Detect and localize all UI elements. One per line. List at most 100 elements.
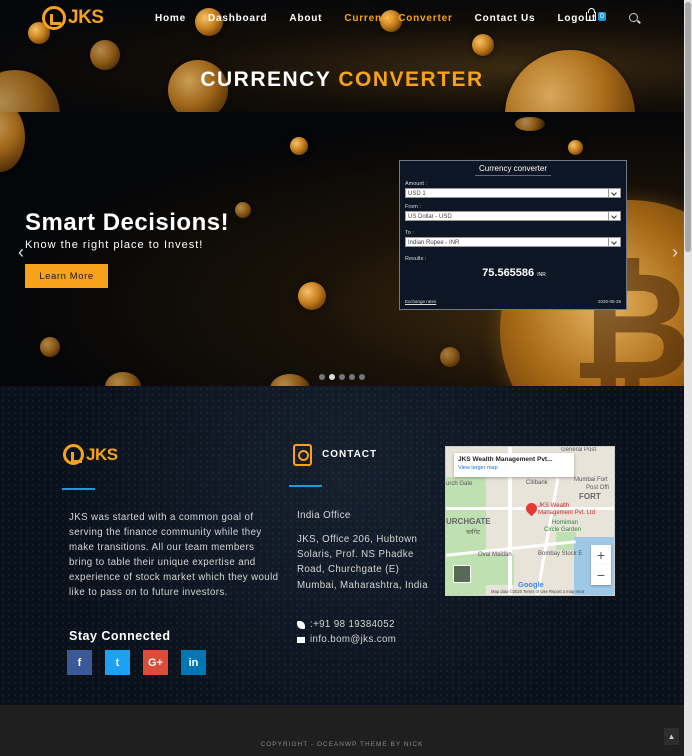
result-value: 75.565586 INR [400, 267, 628, 279]
map-pin-label-line2: Management Pvt. Ltd [538, 510, 596, 516]
search-icon[interactable] [629, 13, 638, 22]
map-label: Citibank [526, 480, 548, 486]
phone-number[interactable]: :+91 98 19384052 [310, 619, 395, 630]
zoom-out-button[interactable]: − [591, 565, 611, 585]
map-label: Mumbai Fort [574, 477, 608, 483]
page-title: CURRENCY CONVERTER [0, 68, 684, 92]
result-unit: INR [537, 272, 546, 278]
map-label: Oval Maidan [478, 552, 512, 558]
view-larger-map-link[interactable]: View larger map [458, 465, 570, 471]
page-title-part1: CURRENCY [200, 68, 331, 91]
navbar: JKS Home Dashboard About Currency Conver… [0, 0, 684, 38]
from-value: US Dollar - USD [408, 214, 452, 220]
shopping-bag-icon [586, 8, 596, 21]
coin-decoration [568, 140, 583, 155]
amount-value: 1 [422, 191, 426, 197]
map-pin-label: JKS Wealth Management Pvt. Ltd [538, 503, 595, 517]
logo-chart-icon [63, 444, 84, 465]
logo-text: JKS [68, 7, 104, 28]
slider-dot[interactable] [349, 374, 355, 380]
learn-more-button[interactable]: Learn More [25, 264, 108, 288]
from-label: From : [405, 204, 421, 210]
map-label: Post Offi [586, 485, 609, 491]
scrollbar-thumb[interactable] [685, 2, 691, 252]
map-label: urch Gate [446, 481, 473, 487]
cart-button[interactable]: 0 [586, 8, 606, 21]
nav-links: Home Dashboard About Currency Converter … [155, 13, 618, 24]
nav-contact-us[interactable]: Contact Us [475, 13, 536, 24]
contact-heading: CONTACT [322, 449, 378, 460]
chevron-up-icon[interactable]: ▲ [664, 728, 679, 745]
map-label: FORT [579, 492, 601, 501]
nav-home[interactable]: Home [155, 13, 186, 24]
map-label: Bombay Stock E [538, 551, 583, 557]
nav-dashboard[interactable]: Dashboard [208, 13, 267, 24]
amount-currency: USD [408, 191, 421, 197]
coin-decoration [40, 337, 60, 357]
coin-decoration [235, 202, 251, 218]
phone-line: :+91 98 19384052 [297, 619, 395, 630]
to-value: Indian Rupee - INR [408, 240, 460, 246]
about-text: JKS was started with a common goal of se… [69, 512, 279, 598]
divider [289, 485, 322, 487]
slider-dots [319, 374, 365, 380]
map-pin-icon[interactable] [523, 500, 540, 517]
map-label: चर्चगेट [466, 530, 481, 536]
chevron-down-icon [608, 238, 620, 246]
map-place-name: JKS Wealth Management Pvt... [458, 456, 553, 463]
slider-dot[interactable] [359, 374, 365, 380]
nav-about[interactable]: About [289, 13, 322, 24]
map-attribution[interactable]: Map data ©2020 Terms of Use Report a map… [491, 589, 584, 594]
chevron-down-icon [608, 212, 620, 220]
chevron-right-icon[interactable]: › [672, 242, 678, 263]
coin-decoration [105, 372, 141, 386]
phone-icon [297, 620, 305, 629]
header-hero: JKS Home Dashboard About Currency Conver… [0, 0, 684, 112]
facebook-icon[interactable]: f [67, 650, 92, 675]
stay-connected-heading: Stay Connected [69, 629, 171, 643]
twitter-icon[interactable]: t [105, 650, 130, 675]
envelope-icon [297, 636, 305, 643]
footer: JKS JKS was started with a common goal o… [0, 386, 684, 705]
page-title-part2: CONVERTER [338, 68, 484, 91]
coin-decoration [515, 117, 545, 131]
map-label: Horniman [552, 520, 579, 526]
nav-currency-converter[interactable]: Currency Converter [344, 13, 452, 24]
hero-slider: ₿ Smart Decisions! Know the right place … [0, 112, 684, 386]
from-select[interactable]: US Dollar - USD [405, 211, 621, 221]
contact-card-icon [293, 444, 312, 466]
coin-decoration [290, 137, 308, 155]
slider-dot[interactable] [339, 374, 345, 380]
logo[interactable]: JKS [42, 6, 104, 30]
results-label: Results : [405, 256, 427, 262]
office-address: JKS, Office 206, Hubtown Solaris, Prof. … [297, 534, 429, 591]
google-logo: Google [518, 580, 544, 589]
amount-input[interactable]: USD 1 [405, 188, 621, 198]
chevron-left-icon[interactable]: ‹ [18, 242, 24, 263]
currency-converter-widget: Currency converter Amount : USD 1 From :… [399, 160, 627, 310]
map-embed[interactable]: General Post Citibank Mumbai Fort Post O… [445, 446, 615, 596]
map-label: Circle Garden [544, 527, 582, 533]
map-label: URCHGATE [446, 517, 491, 526]
logo-chart-icon [42, 6, 66, 30]
office-label: India Office [297, 510, 351, 521]
to-select[interactable]: Indian Rupee - INR [405, 237, 621, 247]
slide-heading: Smart Decisions! [25, 209, 230, 236]
zoom-in-button[interactable]: + [591, 545, 611, 565]
google-plus-icon[interactable]: G+ [143, 650, 168, 675]
coin-decoration [298, 282, 326, 310]
exchange-rates-link[interactable]: Exchange rates [405, 299, 436, 304]
coin-decoration [440, 347, 460, 367]
scrollbar[interactable] [684, 0, 692, 756]
slider-dot-active[interactable] [329, 374, 335, 380]
street-view-icon[interactable] [453, 565, 471, 583]
refresh-icon[interactable] [608, 189, 620, 197]
footer-logo-text: JKS [86, 444, 118, 464]
email-address[interactable]: info.bom@jks.com [310, 634, 396, 645]
cart-count-badge: 0 [598, 12, 606, 21]
linkedin-icon[interactable]: in [181, 650, 206, 675]
slider-dot[interactable] [319, 374, 325, 380]
bottom-bar [0, 705, 684, 756]
result-number: 75.565586 [482, 267, 535, 279]
converter-title: Currency converter [475, 164, 551, 176]
